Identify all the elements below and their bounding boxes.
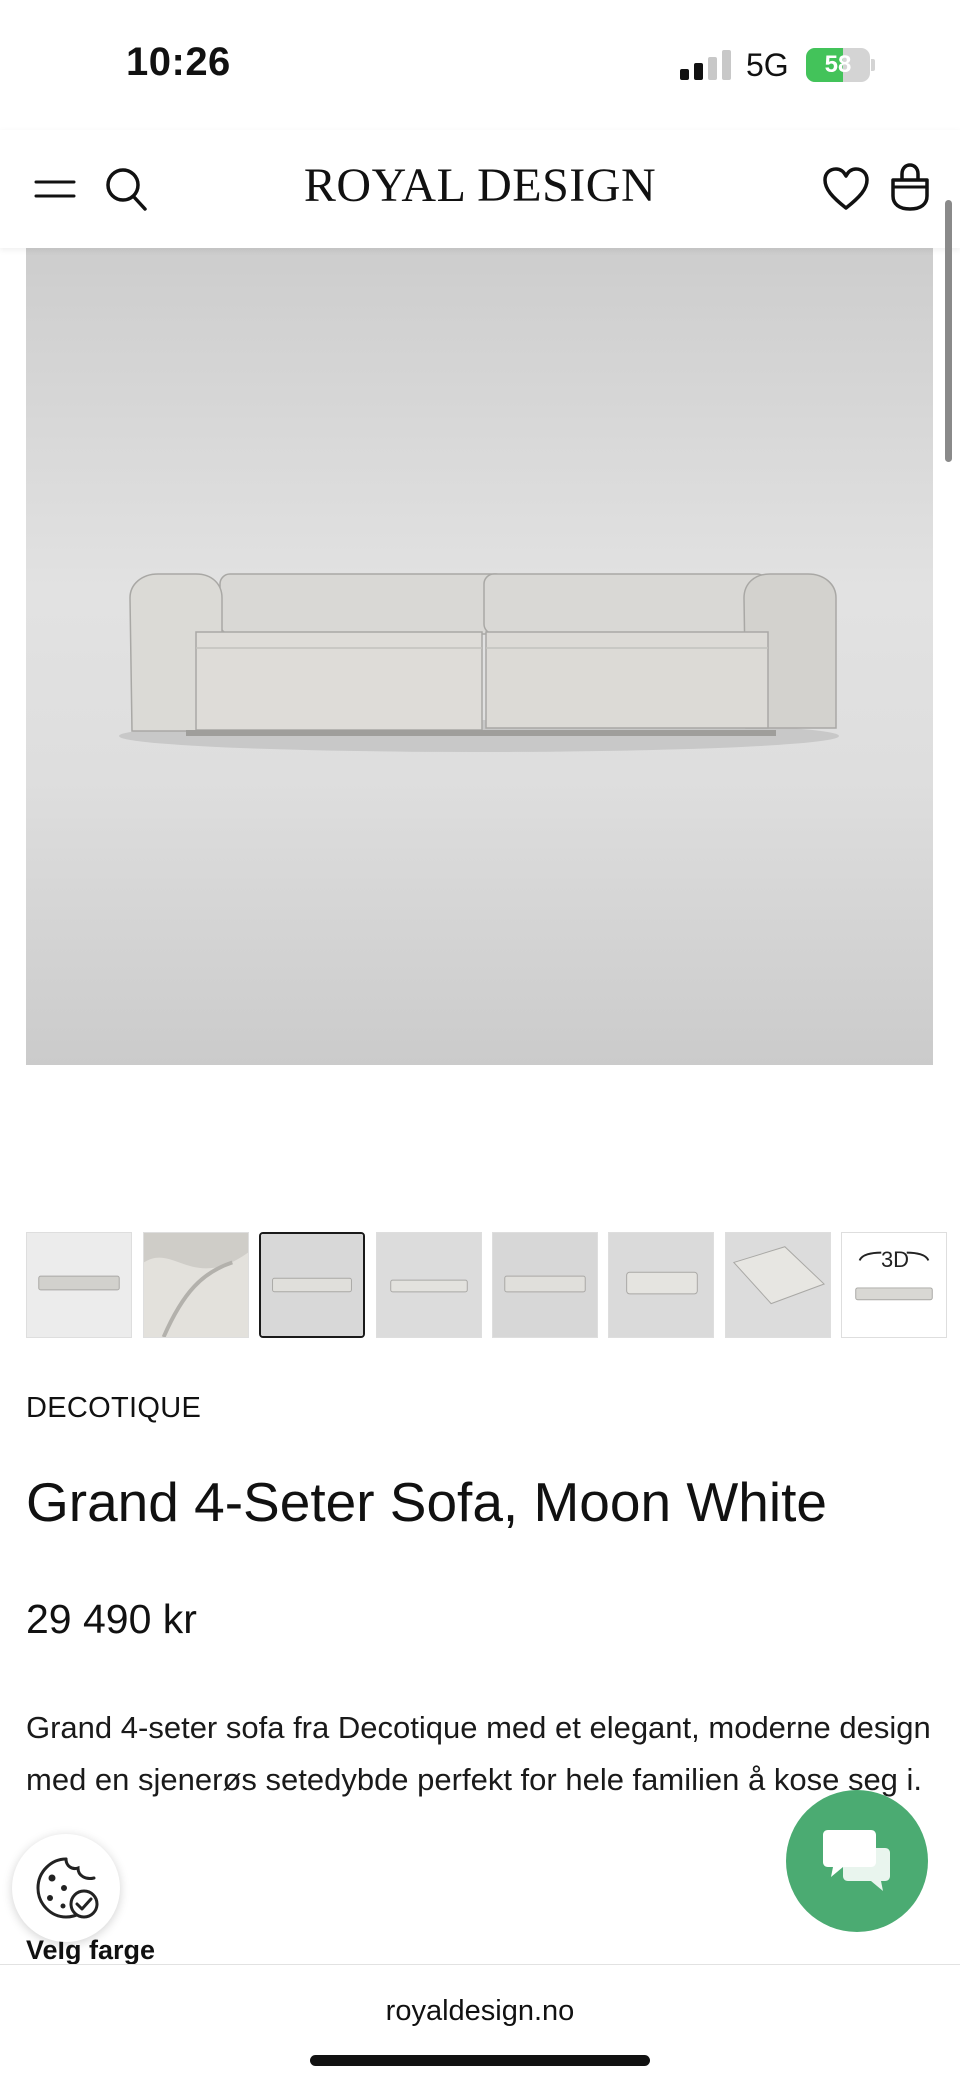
thumbnail-4[interactable] <box>376 1232 482 1338</box>
product-title: Grand 4-Seter Sofa, Moon White <box>26 1471 827 1533</box>
thumbnail-2[interactable] <box>143 1232 249 1338</box>
thumbnail-6[interactable] <box>608 1232 714 1338</box>
network-label: 5G <box>746 47 789 83</box>
bag-icon[interactable] <box>888 162 932 212</box>
thumbnail-5[interactable] <box>492 1232 598 1338</box>
product-brand[interactable]: DECOTIQUE <box>26 1392 201 1425</box>
chat-icon <box>823 1830 890 1891</box>
signal-icon <box>680 50 732 80</box>
sofa-image <box>119 573 839 752</box>
scrollbar[interactable] <box>945 200 952 462</box>
product-price: 29 490 kr <box>26 1596 197 1642</box>
cookie-settings-button[interactable] <box>12 1834 120 1942</box>
browser-url-bar[interactable]: royaldesign.no <box>0 1964 960 2081</box>
thumbnail-3d[interactable]: 3D <box>841 1232 947 1338</box>
thumbnail-strip: 3D <box>26 1232 947 1340</box>
site-header: ROYAL DESIGN <box>0 130 960 248</box>
cookie-icon <box>36 1857 99 1919</box>
status-time: 10:26 <box>126 40 231 84</box>
product-description: Grand 4-seter sofa fra Decotique med et … <box>26 1710 931 1797</box>
thumbnail-7[interactable] <box>725 1232 831 1338</box>
3d-label: 3D <box>880 1247 910 1272</box>
brand-logo[interactable]: ROYAL DESIGN <box>0 158 960 213</box>
choose-color-label: Velg farge <box>26 1935 156 1965</box>
thumbnail-3[interactable] <box>259 1232 365 1338</box>
battery-icon: 58 <box>806 48 875 82</box>
thumbnail-1[interactable] <box>26 1232 132 1338</box>
product-image[interactable] <box>26 248 933 1065</box>
heart-icon[interactable] <box>822 166 870 212</box>
home-indicator[interactable] <box>310 2055 650 2066</box>
battery-percent: 58 <box>824 51 852 78</box>
status-bar: 10:26 5G 58 <box>0 0 960 130</box>
chat-button[interactable] <box>786 1790 928 1932</box>
url-text[interactable]: royaldesign.no <box>0 1995 960 2028</box>
